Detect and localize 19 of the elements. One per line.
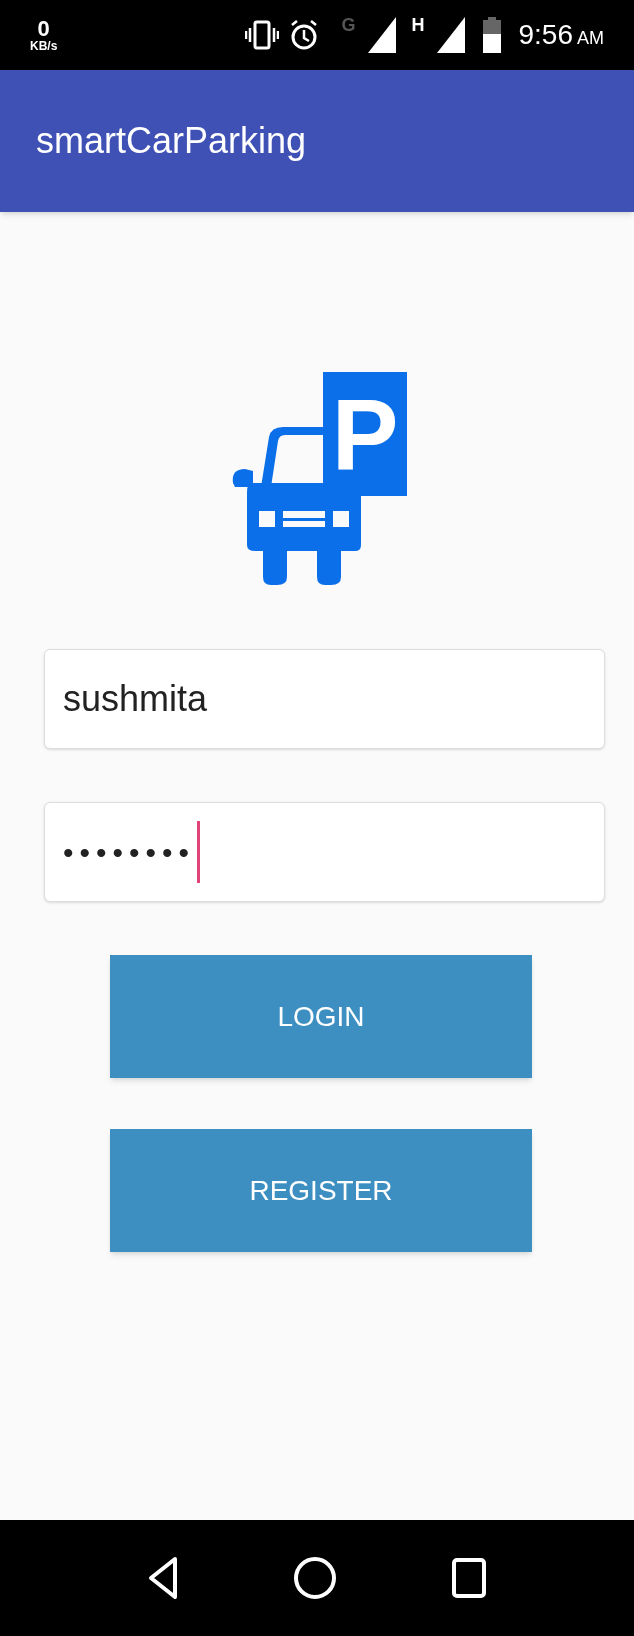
clock-time: 9:56	[518, 18, 573, 52]
back-icon[interactable]	[147, 1556, 178, 1600]
network-type: H	[411, 14, 425, 37]
speed-unit: KB/s	[30, 40, 58, 52]
parking-letter: P	[331, 384, 399, 484]
home-icon[interactable]	[293, 1556, 337, 1600]
signal-icon	[436, 17, 465, 53]
clock-meridiem: AM	[577, 26, 604, 50]
login-button[interactable]: LOGIN	[110, 955, 532, 1078]
vibrate-icon	[245, 18, 280, 52]
app-title: smartCarParking	[36, 119, 307, 163]
battery-icon	[482, 17, 501, 53]
speed-value: 0	[37, 18, 50, 40]
username-field[interactable]: sushmita	[44, 649, 605, 749]
network-type: G	[341, 14, 356, 37]
register-button[interactable]: REGISTER	[110, 1129, 532, 1252]
password-field[interactable]: ••••••••	[44, 802, 605, 902]
recent-apps-icon[interactable]	[452, 1558, 487, 1598]
signal-icon	[367, 17, 396, 53]
